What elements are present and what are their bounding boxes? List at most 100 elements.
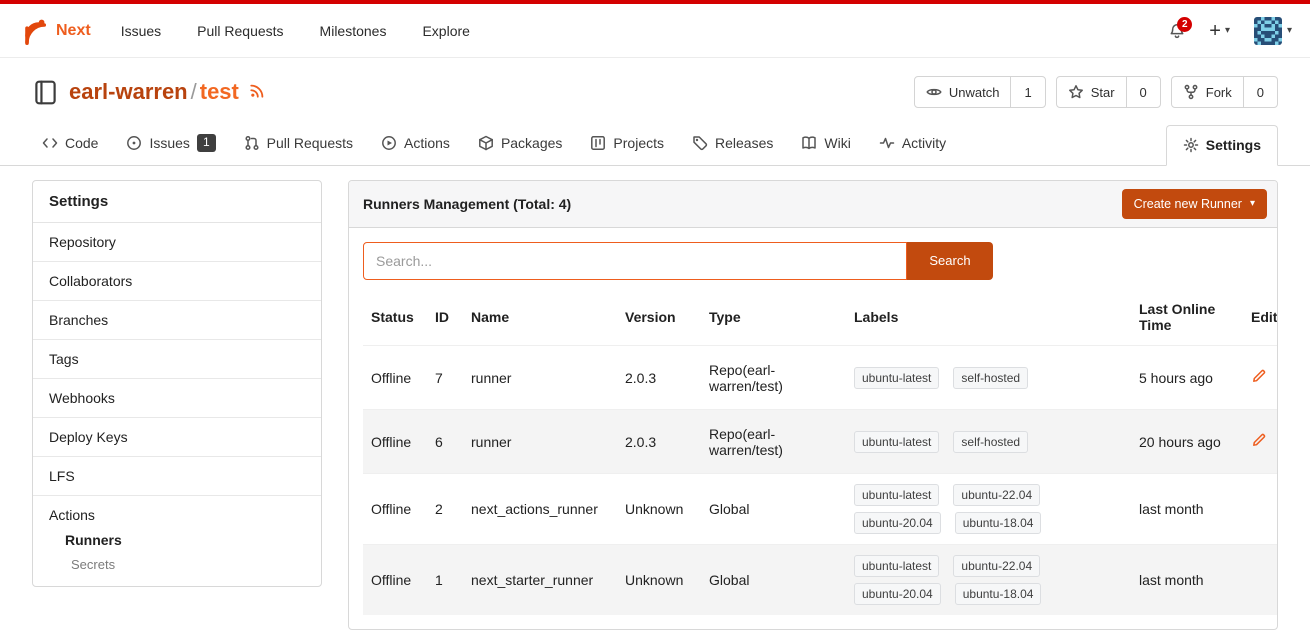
tab-projects[interactable]: Projects: [580, 124, 674, 165]
cell-labels: ubuntu-latestself-hosted: [846, 410, 1131, 474]
play-circle-icon: [381, 135, 397, 151]
runner-label: ubuntu-latest: [854, 555, 939, 577]
runner-label: ubuntu-latest: [854, 431, 939, 453]
tab-code[interactable]: Code: [32, 124, 108, 165]
pencil-icon: [1251, 368, 1267, 384]
edit-runner-button[interactable]: [1251, 435, 1267, 451]
chevron-down-icon: ▾: [1225, 25, 1230, 36]
tab-label: Pull Requests: [267, 135, 353, 151]
sidebar-item-webhooks[interactable]: Webhooks: [33, 379, 321, 418]
tab-packages[interactable]: Packages: [468, 124, 572, 165]
sidebar-subitem-runners[interactable]: Runners: [49, 523, 305, 548]
tab-releases[interactable]: Releases: [682, 124, 783, 165]
fork-label: Fork: [1206, 85, 1232, 100]
cell-edit: [1243, 545, 1278, 616]
sidebar-section-actions: ActionsRunnersSecrets: [33, 496, 321, 586]
runners-table: StatusIDNameVersionTypeLabelsLast Online…: [363, 290, 1278, 616]
tab-activity[interactable]: Activity: [869, 124, 956, 165]
runner-label: ubuntu-22.04: [953, 484, 1040, 506]
fork-button-group: Fork 0: [1171, 76, 1278, 108]
cell-name: runner: [463, 346, 617, 410]
panel-title: Runners Management (Total: 4): [363, 196, 571, 212]
eye-icon: [926, 84, 942, 100]
unwatch-count[interactable]: 1: [1010, 77, 1044, 107]
unwatch-label: Unwatch: [949, 85, 1000, 100]
sidebar-item-repository[interactable]: Repository: [33, 223, 321, 262]
tab-wiki[interactable]: Wiki: [791, 124, 860, 165]
cell-last-online-time: last month: [1131, 545, 1243, 616]
fork-button[interactable]: Fork: [1172, 77, 1243, 107]
star-count[interactable]: 0: [1126, 77, 1160, 107]
gear-icon: [1183, 137, 1199, 153]
panel-body: Search StatusIDNameVersionTypeLabelsLast…: [349, 228, 1277, 630]
repo-title: earl-warren/test: [32, 79, 267, 106]
repo-name-link[interactable]: test: [200, 79, 239, 104]
notifications-button[interactable]: 2: [1169, 23, 1185, 39]
sidebar-item-deploy-keys[interactable]: Deploy Keys: [33, 418, 321, 457]
navbar-links: Issues Pull Requests Milestones Explore: [121, 23, 470, 39]
cell-status: Offline: [363, 346, 427, 410]
user-menu-button[interactable]: ▾: [1254, 17, 1292, 45]
nav-item-pull-requests[interactable]: Pull Requests: [197, 23, 283, 39]
pulse-icon: [879, 135, 895, 151]
runner-label: ubuntu-18.04: [955, 512, 1042, 534]
tab-issues[interactable]: Issues1: [116, 124, 225, 165]
tag-icon: [692, 135, 708, 151]
rss-feed-button[interactable]: [249, 79, 267, 105]
cell-edit: [1243, 474, 1278, 545]
unwatch-button[interactable]: Unwatch: [915, 77, 1011, 107]
create-runner-button[interactable]: Create new Runner ▾: [1122, 189, 1267, 219]
search-input[interactable]: [363, 242, 907, 280]
repo-icon: [32, 79, 59, 106]
sidebar-item-tags[interactable]: Tags: [33, 340, 321, 379]
sidebar-item-actions[interactable]: Actions: [49, 507, 305, 523]
sidebar-item-collaborators[interactable]: Collaborators: [33, 262, 321, 301]
star-button-group: Star0: [1056, 76, 1161, 108]
column-header-type: Type: [701, 290, 846, 346]
cell-labels: ubuntu-latestubuntu-22.04ubuntu-20.04ubu…: [846, 545, 1131, 616]
cell-id: 2: [427, 474, 463, 545]
runner-label: ubuntu-22.04: [953, 555, 1040, 577]
tab-settings[interactable]: Settings: [1166, 125, 1278, 166]
brand[interactable]: Next: [18, 16, 91, 46]
tab-actions[interactable]: Actions: [371, 124, 460, 165]
fork-count[interactable]: 0: [1243, 77, 1277, 107]
tab-label: Settings: [1206, 137, 1261, 153]
brand-name: Next: [56, 22, 91, 40]
cell-version: Unknown: [617, 545, 701, 616]
cell-labels: ubuntu-latestself-hosted: [846, 346, 1131, 410]
cell-labels: ubuntu-latestubuntu-22.04ubuntu-20.04ubu…: [846, 474, 1131, 545]
tab-label: Wiki: [824, 135, 850, 151]
repo-tabs: CodeIssues1 Pull Requests ActionsPackagesP…: [32, 124, 956, 165]
create-menu-button[interactable]: + ▾: [1209, 21, 1230, 41]
repo-owner-link[interactable]: earl-warren: [69, 79, 188, 104]
star-button[interactable]: Star: [1057, 77, 1126, 107]
table-row: Offline6runner2.0.3Repo(earl-warren/test…: [363, 410, 1278, 474]
issue-icon: [126, 135, 142, 151]
unwatch-button-group: Unwatch 1: [914, 76, 1046, 108]
table-row: Offline1next_starter_runnerUnknownGlobal…: [363, 545, 1278, 616]
nav-item-explore[interactable]: Explore: [422, 23, 469, 39]
nav-item-milestones[interactable]: Milestones: [320, 23, 387, 39]
sidebar-item-branches[interactable]: Branches: [33, 301, 321, 340]
search-button[interactable]: Search: [907, 242, 993, 280]
main-content: Settings RepositoryCollaboratorsBranches…: [0, 166, 1310, 631]
avatar: [1254, 17, 1282, 45]
fork-icon: [1183, 84, 1199, 100]
sidebar-subitem-secrets[interactable]: Secrets: [49, 548, 305, 572]
sidebar-item-lfs[interactable]: LFS: [33, 457, 321, 496]
repo-title-separator: /: [191, 79, 197, 104]
cell-id: 6: [427, 410, 463, 474]
tab-count-badge: 1: [197, 134, 216, 152]
cell-type: Global: [701, 545, 846, 616]
edit-runner-button[interactable]: [1251, 371, 1267, 387]
tab-pull-requests[interactable]: Pull Requests: [234, 124, 363, 165]
cell-name: next_actions_runner: [463, 474, 617, 545]
sidebar-items: RepositoryCollaboratorsBranchesTagsWebho…: [33, 223, 321, 586]
runner-labels: ubuntu-latestself-hosted: [854, 367, 1123, 389]
repo-header: earl-warren/test Unwatch1Star0Fork0: [0, 58, 1310, 108]
search-bar: Search: [363, 242, 1263, 280]
table-row: Offline2next_actions_runnerUnknownGlobal…: [363, 474, 1278, 545]
nav-item-issues[interactable]: Issues: [121, 23, 161, 39]
cell-last-online-time: 5 hours ago: [1131, 346, 1243, 410]
